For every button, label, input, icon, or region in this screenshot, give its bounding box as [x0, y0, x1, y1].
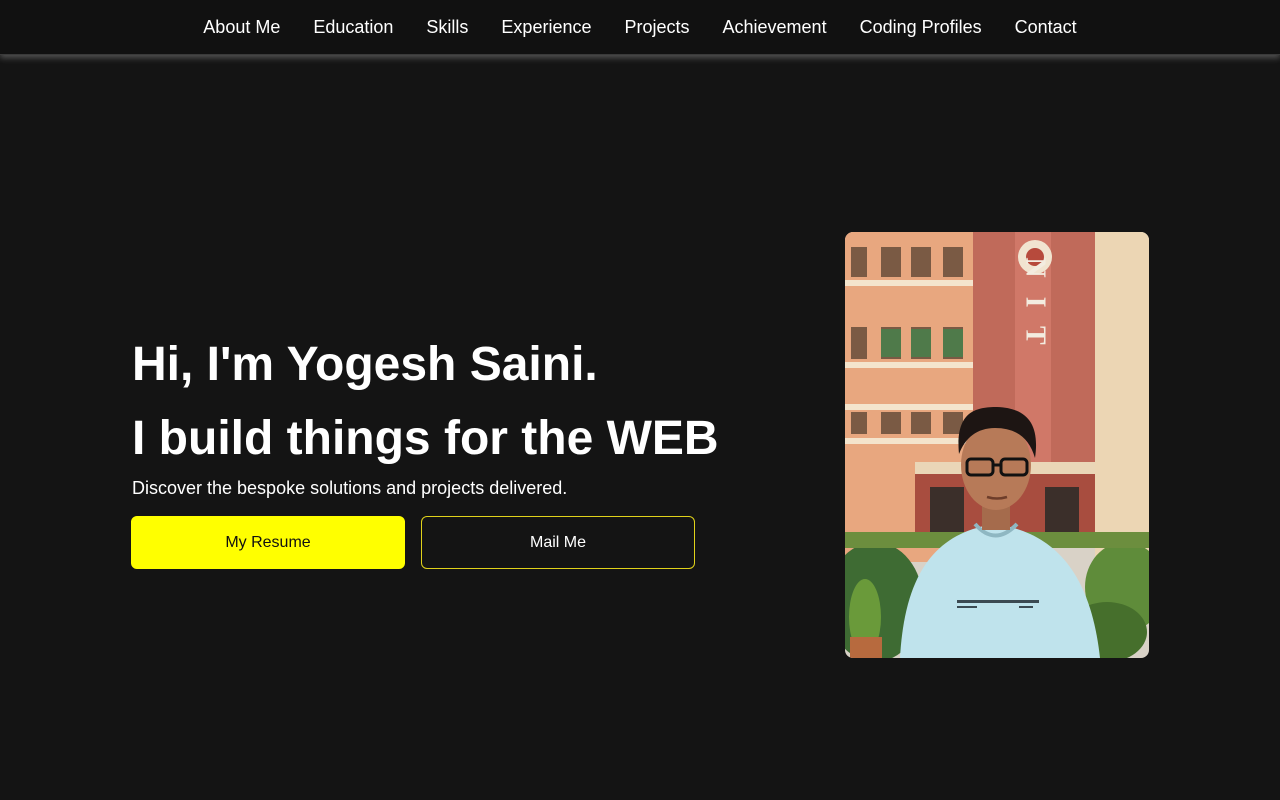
hero-tagline: I build things for the WEB — [132, 412, 719, 465]
hero-section: Hi, I'm Yogesh Saini. I build things for… — [0, 56, 1280, 800]
nav-item-projects[interactable]: Projects — [608, 0, 706, 55]
hero-button-row: My Resume Mail Me — [131, 516, 752, 569]
nav-item-skills[interactable]: Skills — [410, 0, 485, 55]
building-sign-text: N I T — [1020, 257, 1051, 350]
nav-item-about-me[interactable]: About Me — [187, 0, 297, 55]
navbar: About Me Education Skills Experience Pro… — [0, 0, 1280, 55]
hero-text: Hi, I'm Yogesh Saini. I build things for… — [131, 328, 752, 569]
hero-greeting: Hi, I'm Yogesh Saini. — [132, 338, 598, 391]
nav-item-achievement[interactable]: Achievement — [706, 0, 843, 55]
nav-list: About Me Education Skills Experience Pro… — [0, 0, 1280, 55]
resume-button[interactable]: My Resume — [131, 516, 405, 569]
hero-description: Discover the bespoke solutions and proje… — [132, 478, 568, 498]
nav-item-contact[interactable]: Contact — [998, 0, 1093, 55]
nav-item-coding-profiles[interactable]: Coding Profiles — [843, 0, 998, 55]
profile-photo: N I T — [845, 232, 1149, 658]
nav-item-experience[interactable]: Experience — [485, 0, 608, 55]
nav-item-education[interactable]: Education — [297, 0, 410, 55]
mail-button[interactable]: Mail Me — [421, 516, 695, 569]
